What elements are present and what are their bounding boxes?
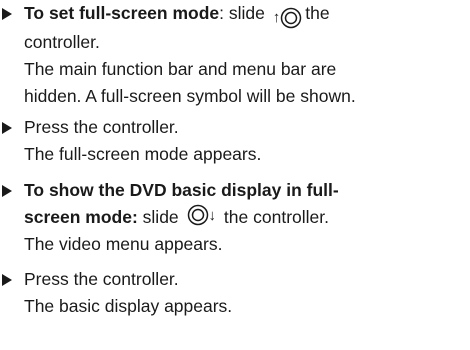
step-text: To show the DVD basic display in full- s… — [24, 177, 468, 258]
step-heading: To show the DVD basic display in full- — [24, 180, 339, 200]
step-text: Press the controller. The basic display … — [24, 266, 468, 320]
controller-icon — [280, 7, 302, 28]
step-result-line: hidden. A full-screen symbol will be sho… — [24, 85, 356, 106]
step-heading: screen mode: — [24, 207, 138, 227]
slide-up-controller-icon: ↑ — [273, 7, 303, 29]
step-result-line: The full-screen mode appears. — [24, 144, 262, 164]
step-text: Press the controller. The full-screen mo… — [24, 114, 468, 168]
step-action-line: Press the controller. — [24, 117, 179, 137]
step-show-dvd-basic-display: To show the DVD basic display in full- s… — [0, 177, 468, 258]
step-press-controller: Press the controller. The full-screen mo… — [0, 114, 468, 168]
step-result-line: The video menu appears. — [24, 234, 223, 254]
step-result-line: The basic display appears. — [24, 296, 233, 316]
step-text: To set full-screen mode: slide ↑ the con… — [24, 0, 468, 110]
step-action-text: : slide — [219, 3, 265, 23]
step-action-text: the controller. — [223, 207, 329, 227]
step-set-full-screen: To set full-screen mode: slide ↑ the con… — [0, 0, 468, 110]
step-action-text: the — [305, 3, 330, 23]
step-action-text: slide — [142, 207, 179, 227]
triangle-bullet-icon — [2, 0, 20, 27]
triangle-bullet-icon — [2, 266, 20, 293]
triangle-bullet-icon — [2, 114, 20, 141]
step-result-line: The main function bar and menu bar are — [24, 58, 337, 79]
controller-icon — [187, 204, 208, 226]
step-heading: To set full-screen mode — [24, 3, 220, 23]
slide-up-arrow-icon: ↑ — [272, 9, 281, 26]
triangle-bullet-icon — [2, 177, 20, 204]
step-action-line: screen mode: slide ↓ the controller. — [24, 204, 468, 231]
step-action-line: Press the controller. — [24, 269, 179, 289]
step-action-line: To set full-screen mode: slide ↑ the — [24, 0, 468, 29]
slide-down-controller-icon: ↓ — [187, 204, 217, 226]
step-press-controller-basic: Press the controller. The basic display … — [0, 266, 468, 320]
step-action-line: controller. — [24, 31, 100, 52]
slide-down-arrow-icon: ↓ — [208, 206, 217, 224]
